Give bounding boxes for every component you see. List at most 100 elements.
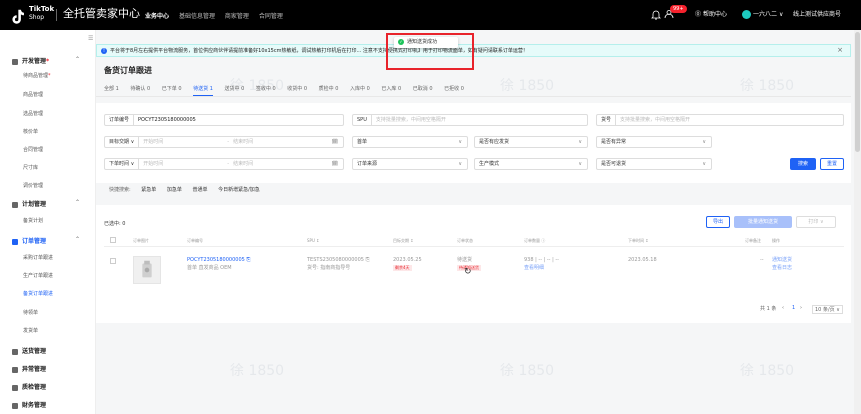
quick-normal[interactable]: 普通单 — [193, 187, 208, 193]
sidebar-item-contract[interactable]: 合同管理 — [23, 146, 43, 153]
sidebar-item-goods[interactable]: 商品管理 — [23, 91, 43, 98]
sidebar-group-plan[interactable]: 计划管理 — [12, 199, 46, 208]
spu-value: TESTS2305080000005 ⎘ — [307, 257, 370, 263]
tab-pending-confirm[interactable]: 待确认 0 — [130, 85, 150, 95]
reset-button[interactable]: 重置 — [820, 158, 844, 170]
user-menu[interactable]: 一六八二 ∨ — [742, 9, 783, 21]
order-meta: 首单 直发商品 OEM — [187, 265, 232, 271]
copy-icon[interactable]: ⎘ — [246, 257, 250, 263]
menu-toggle-icon[interactable]: ☰ — [88, 35, 93, 42]
export-button[interactable]: 导出 — [706, 216, 730, 228]
sidebar-group-exception[interactable]: 异常管理 — [12, 364, 46, 373]
tab-receiving[interactable]: 收货中 0 — [287, 85, 307, 95]
dev-icon — [12, 58, 18, 65]
chevron-down-icon: ∨ — [702, 139, 706, 145]
view-log-link[interactable]: 查看日志 — [772, 265, 792, 272]
tab-storing[interactable]: 入库中 0 — [350, 85, 370, 95]
on-time-select[interactable]: 是否有应发货 ∨ — [474, 136, 588, 148]
quick-today-new[interactable]: 今日新增紧急/加急 — [218, 187, 260, 193]
abnormal-select[interactable]: 是否有异常 ∨ — [596, 136, 712, 148]
sidebar-item-purchase-order[interactable]: 采购订单跟进 — [23, 254, 53, 261]
help-center[interactable]: ⓪ 帮助中心 — [695, 9, 727, 21]
sidebar-item-production-order[interactable]: 生产订单跟进 — [23, 272, 53, 279]
sidebar-group-shipping[interactable]: 送货管理 — [12, 346, 46, 355]
chevron-down-icon: ∨ — [458, 161, 462, 167]
order-icon — [12, 238, 18, 245]
sidebar-item-pricing[interactable]: 核价单 — [23, 128, 38, 135]
divider — [96, 96, 851, 97]
tab-ordered[interactable]: 已下单 0 — [162, 85, 182, 95]
sidebar-item-size[interactable]: 尺寸库 — [23, 164, 38, 171]
sidebar-group-finance[interactable]: 财务管理 — [12, 400, 46, 409]
chevron-down-icon: ∨ — [578, 161, 582, 167]
qty-detail-link[interactable]: 查看明细 — [524, 265, 544, 272]
avatar — [742, 10, 751, 19]
sidebar-group-order[interactable]: 订单管理 — [12, 236, 46, 245]
sidebar-item-stock-plan[interactable]: 备货计划 — [23, 217, 43, 224]
row-checkbox[interactable] — [110, 258, 116, 264]
sidebar-item-stock-order[interactable]: 备货订单跟进 — [23, 290, 53, 297]
sidebar-item-delivery-note[interactable]: 发货单 — [23, 327, 38, 334]
scrollbar-thumb[interactable] — [855, 32, 860, 152]
page-size-select[interactable]: 10 条/页 ∨ — [812, 305, 843, 314]
order-no-link[interactable]: POCYT2305180000005 ⎘ — [187, 257, 250, 264]
nav-item-business[interactable]: 业务中心 — [145, 11, 169, 20]
status-value: 待送货 — [457, 257, 473, 263]
col-status: 订单状态 — [457, 238, 473, 243]
sidebar-item-pending-goods[interactable]: 待商品管理* — [23, 72, 51, 79]
shop-name[interactable]: 线上测试供应商号 — [793, 9, 841, 21]
copy-icon[interactable]: ⎘ — [366, 257, 370, 263]
select-all-checkbox[interactable] — [110, 237, 116, 243]
finance-icon — [12, 402, 18, 409]
mode-select[interactable]: 生产模式 ∨ — [474, 158, 588, 170]
tab-delivering[interactable]: 送货中 0 — [225, 85, 245, 95]
goods-no-field[interactable]: 货号 支持批量搜索，中间用空格隔开 — [596, 114, 844, 126]
col-order-time[interactable]: 下单时间 ↕ — [628, 238, 649, 244]
tab-pending-delivery[interactable]: 待送货 1 — [193, 85, 213, 96]
nav-item-merchant[interactable]: 商家管理 — [225, 11, 249, 20]
sidebar-group-qc[interactable]: 质检管理 — [12, 382, 46, 391]
notify-delivery-link[interactable]: 通知送货 — [772, 257, 792, 264]
target-date-range[interactable]: 目标交期 ∨ 开始时间 - 结束时间 🗓 — [104, 136, 344, 148]
tab-stored[interactable]: 已入库 0 — [381, 85, 401, 95]
sidebar-item-price-adjust[interactable]: 调价管理 — [23, 182, 43, 189]
sidebar-item-pending[interactable]: 待领单 — [23, 309, 38, 316]
tab-rejected[interactable]: 已拒收 0 — [444, 85, 464, 95]
col-target-date[interactable]: 目标交期 ↕ — [393, 238, 414, 244]
collapse-icon[interactable]: ⌃ — [75, 236, 80, 243]
quick-urgent[interactable]: 紧急单 — [141, 187, 156, 193]
order-time-range[interactable]: 下单时间 ∨ 开始时间 - 结束时间 🗓 — [104, 158, 344, 170]
page-title: 备货订单跟进 — [104, 66, 152, 75]
tab-all[interactable]: 全部 1 — [104, 85, 119, 95]
page-number[interactable]: 1 — [792, 305, 795, 311]
check-icon: ✓ — [398, 38, 404, 45]
notification-badge: 99+ — [670, 5, 687, 13]
question-icon: ⓪ — [695, 11, 702, 18]
collapse-icon[interactable]: ⌃ — [75, 56, 80, 63]
print-dropdown[interactable]: 打印 ∨ — [796, 216, 836, 228]
source-select[interactable]: 订单来源 ∨ — [352, 158, 468, 170]
sidebar-item-selection[interactable]: 选品管理 — [23, 110, 43, 117]
tab-cancelled[interactable]: 已取消 0 — [413, 85, 433, 95]
spu-meta: 货号: 指南商指导号 — [307, 265, 351, 271]
close-icon[interactable]: × — [837, 46, 843, 54]
search-button[interactable]: 搜索 — [790, 158, 816, 170]
tab-qc[interactable]: 质检中 0 — [319, 85, 339, 95]
spu-field[interactable]: SPU 支持批量搜索，中间用空格隔开 — [352, 114, 588, 126]
nav-item-contract[interactable]: 合同管理 — [259, 11, 283, 20]
col-spu[interactable]: SPU ↕ — [307, 238, 320, 243]
batch-notify-button[interactable]: 批量通知送货 — [734, 216, 792, 228]
next-page-icon[interactable]: › — [800, 305, 802, 311]
quick-expedite[interactable]: 加急单 — [167, 187, 182, 193]
watermark: 徐 1850 — [230, 363, 285, 379]
target-date-value: 2023.05.25 — [393, 257, 422, 263]
tab-signing[interactable]: 签收中 0 — [256, 85, 276, 95]
sidebar-group-dev[interactable]: 开发管理* — [12, 56, 49, 65]
prev-page-icon[interactable]: ‹ — [782, 305, 784, 311]
bell-icon[interactable] — [651, 10, 661, 20]
returnable-select[interactable]: 是否可退货 ∨ — [596, 158, 712, 170]
collapse-icon[interactable]: ⌃ — [75, 199, 80, 206]
first-order-select[interactable]: 首单 ∨ — [352, 136, 468, 148]
order-no-field[interactable]: 订单编号 POCYT2305180000005 — [104, 114, 344, 126]
nav-item-basic-info[interactable]: 基础信息管理 — [179, 11, 215, 20]
